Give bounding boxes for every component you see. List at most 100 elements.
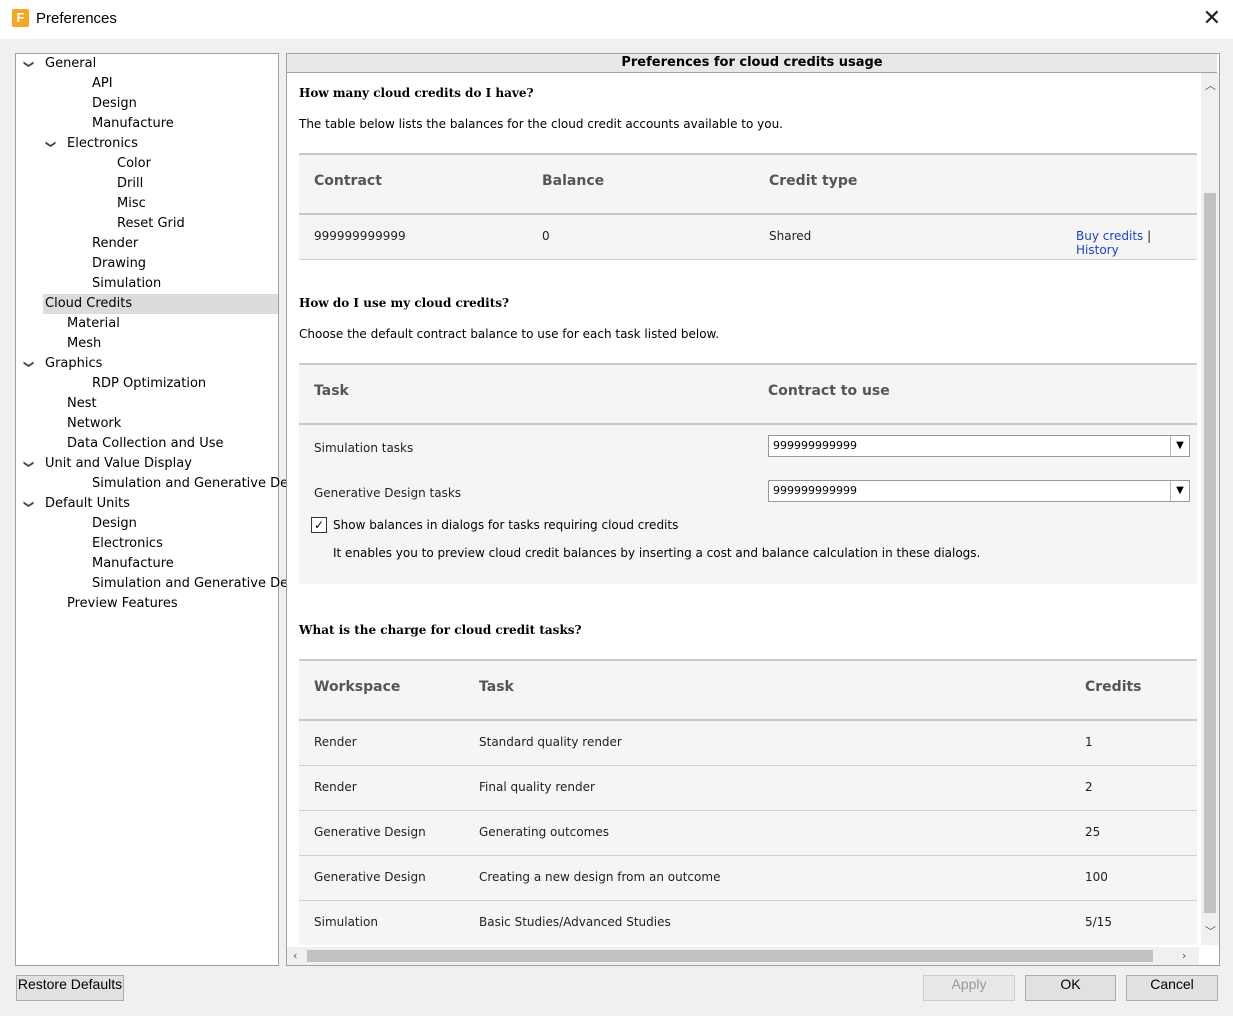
history-link[interactable]: History — [1076, 243, 1119, 257]
tree-item[interactable]: Design — [16, 94, 278, 114]
tree-item[interactable]: Electronics — [16, 534, 278, 554]
tree-item[interactable]: Drill — [16, 174, 278, 194]
task-cell: Creating a new design from an outcome — [479, 870, 721, 884]
title-bar: F Preferences ✕ — [0, 0, 1233, 39]
chevron-down-icon: ▼ — [1170, 481, 1189, 501]
balances-table: Contract Balance Credit type 99999999999… — [299, 153, 1197, 260]
credits-cell: 100 — [1085, 870, 1108, 884]
tree-item[interactable]: Reset Grid — [16, 214, 278, 234]
credits-cell: 5/15 — [1085, 915, 1112, 929]
tree-item[interactable]: ❯ Graphics — [16, 354, 278, 374]
close-icon[interactable]: ✕ — [1203, 6, 1221, 31]
vertical-scrollbar[interactable]: ︿ ﹀ — [1201, 73, 1219, 945]
tree-item[interactable]: ❯ Default Units — [16, 494, 278, 514]
balance-cell: 0 — [542, 229, 550, 243]
column-header: Task — [479, 679, 514, 695]
horizontal-scrollbar[interactable]: ‹ › — [287, 947, 1199, 965]
scroll-down-icon[interactable]: ﹀ — [1205, 923, 1216, 939]
tree-item-label: Render — [92, 236, 139, 251]
tree-item[interactable]: Simulation — [16, 274, 278, 294]
chevron-down-icon[interactable]: ❯ — [18, 360, 38, 370]
column-header: Credits — [1085, 679, 1142, 695]
tree-item-label: Simulation and Generative Design — [92, 476, 316, 491]
tree-item[interactable]: ❯ Unit and Value Display — [16, 454, 278, 474]
vertical-scroll-thumb[interactable] — [1204, 193, 1216, 913]
tree-item-label: Nest — [67, 396, 97, 411]
tree-item[interactable]: Render — [16, 234, 278, 254]
contract-cell: 999999999999 — [314, 229, 406, 243]
apply-button[interactable]: Apply — [923, 975, 1015, 1001]
section-description: Choose the default contract balance to u… — [299, 327, 720, 341]
table-row: Generative Design tasks 999999999999 ▼ — [299, 470, 1197, 515]
restore-defaults-button[interactable]: Restore Defaults — [16, 975, 124, 1001]
tree-item[interactable]: Color — [16, 154, 278, 174]
tree-item[interactable]: API — [16, 74, 278, 94]
panel-header: Preferences for cloud credits usage — [287, 54, 1217, 73]
chevron-down-icon[interactable]: ❯ — [40, 140, 60, 150]
tree-item-label: Design — [92, 516, 137, 531]
table-row: Simulation Basic Studies/Advanced Studies… — [299, 901, 1197, 945]
panel-content: How many cloud credits do I have? The ta… — [287, 73, 1199, 945]
buy-credits-link[interactable]: Buy credits — [1076, 229, 1143, 243]
table-row: Simulation tasks 999999999999 ▼ — [299, 425, 1197, 470]
column-header: Contract — [314, 173, 382, 189]
cancel-button[interactable]: Cancel — [1126, 975, 1218, 1001]
tree-item[interactable]: ❯ General — [16, 54, 278, 74]
tree-item[interactable]: Network — [16, 414, 278, 434]
tree-item[interactable]: ❯ Electronics — [16, 134, 278, 154]
tree-item[interactable]: Manufacture — [16, 554, 278, 574]
credits-cell: 2 — [1085, 780, 1093, 794]
column-header: Balance — [542, 173, 605, 189]
chevron-down-icon[interactable]: ❯ — [18, 60, 38, 70]
task-cell: Simulation tasks — [314, 441, 414, 455]
tree-item-label: Reset Grid — [117, 216, 185, 231]
tree-item-label: Preview Features — [67, 596, 178, 611]
workspace-cell: Generative Design — [314, 870, 426, 884]
tree-item[interactable]: Design — [16, 514, 278, 534]
show-balances-checkbox[interactable]: ✓ — [311, 517, 327, 533]
tree-item[interactable]: RDP Optimization — [16, 374, 278, 394]
tree-item[interactable]: Simulation and Generative Design — [16, 574, 315, 594]
task-cell: Final quality render — [479, 780, 595, 794]
section-heading: How do I use my cloud credits? — [299, 296, 510, 310]
tree-item-label: Mesh — [67, 336, 102, 351]
tree-item-label: General — [45, 56, 97, 71]
tree-item-label: Design — [92, 96, 137, 111]
tree-item[interactable]: Cloud Credits — [43, 294, 278, 314]
scroll-up-icon[interactable]: ︿ — [1205, 77, 1216, 93]
tree-item[interactable]: Manufacture — [16, 114, 278, 134]
tree-item[interactable]: Material — [16, 314, 278, 334]
tree-item[interactable]: Preview Features — [16, 594, 278, 614]
ok-button[interactable]: OK — [1025, 975, 1116, 1001]
section-heading: What is the charge for cloud credit task… — [299, 623, 582, 637]
chevron-down-icon[interactable]: ❯ — [18, 460, 38, 470]
generative-design-contract-select[interactable]: 999999999999 ▼ — [768, 480, 1190, 502]
table-header: Contract Balance Credit type — [299, 153, 1197, 215]
simulation-contract-select[interactable]: 999999999999 ▼ — [768, 435, 1190, 457]
scroll-left-icon[interactable]: ‹ — [293, 949, 297, 962]
table-header: Task Contract to use — [299, 363, 1197, 425]
tree-item-label: Simulation and Generative Design — [92, 576, 316, 591]
checkbox-label: Show balances in dialogs for tasks requi… — [333, 518, 679, 532]
tree-item[interactable]: Mesh — [16, 334, 278, 354]
scroll-right-icon[interactable]: › — [1182, 949, 1186, 962]
tree-item[interactable]: Misc — [16, 194, 278, 214]
tree-item-label: Electronics — [92, 536, 163, 551]
task-cell: Basic Studies/Advanced Studies — [479, 915, 671, 929]
chevron-down-icon[interactable]: ❯ — [18, 500, 38, 510]
task-cell: Generative Design tasks — [314, 486, 462, 500]
tree-item[interactable]: Drawing — [16, 254, 278, 274]
horizontal-scroll-thumb[interactable] — [307, 950, 1153, 962]
task-cell: Generating outcomes — [479, 825, 609, 839]
tree-item[interactable]: Simulation and Generative Design — [16, 474, 315, 494]
tree-item[interactable]: Nest — [16, 394, 278, 414]
tree-item-label: Material — [67, 316, 120, 331]
task-cell: Standard quality render — [479, 735, 622, 749]
tree-item-label: RDP Optimization — [92, 376, 207, 391]
tree-item-label: Graphics — [45, 356, 103, 371]
tree-item-label: Drawing — [92, 256, 147, 271]
tree-item[interactable]: Data Collection and Use — [16, 434, 278, 454]
workspace-cell: Render — [314, 780, 357, 794]
chevron-down-icon: ▼ — [1170, 436, 1189, 456]
tree-item-label: Manufacture — [92, 116, 174, 131]
